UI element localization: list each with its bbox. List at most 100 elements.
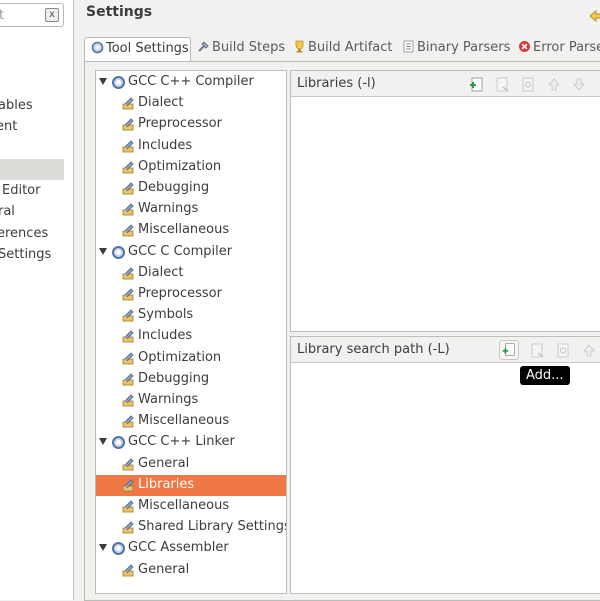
tree-node-label: Dialect (138, 264, 184, 280)
tool-option-icon (122, 97, 134, 110)
tree-option-node[interactable]: Miscellaneous (96, 411, 286, 432)
tree-node-label: Miscellaneous (138, 498, 230, 513)
tree-option-node[interactable]: Preprocessor (96, 284, 286, 305)
tree-node-label: Warnings (138, 201, 199, 217)
search-path-panel-title: Library search path (-L) (297, 342, 450, 357)
tree-option-node[interactable]: Includes (96, 326, 286, 347)
tree-option-node[interactable]: Shared Library Settings (96, 517, 286, 538)
libraries-panel: Libraries (-l) (290, 70, 600, 332)
tool-option-icon (122, 352, 134, 364)
add-library-icon[interactable] (469, 77, 485, 92)
tab-build-steps[interactable]: Build Steps (197, 37, 285, 61)
tree-node-label: General (138, 561, 190, 577)
tab-error-parsers[interactable]: Error Parsers (518, 37, 600, 61)
edit-search-path-icon[interactable] (555, 343, 571, 358)
tab-label: Error Parsers (533, 40, 600, 55)
tree-node-label: Miscellaneous (138, 413, 230, 429)
tree-node-label: Optimization (138, 349, 222, 365)
tool-option-icon (122, 564, 134, 576)
tab-tool-settings[interactable]: Tool Settings (84, 37, 191, 62)
clear-filter-icon[interactable]: x (45, 8, 59, 22)
tree-node-label: GCC C Compiler (128, 243, 233, 259)
tree-option-node[interactable]: Dialect (96, 263, 286, 284)
tree-node-label: Optimization (138, 158, 222, 174)
tool-option-icon (122, 479, 134, 492)
tree-node-label: Preprocessor (138, 116, 222, 132)
tree-node-label: Miscellaneous (138, 222, 230, 238)
tool-option-icon (122, 330, 134, 343)
nav-item-preferences[interactable]: erences (0, 226, 48, 241)
nav-item-environment[interactable]: ent (0, 119, 17, 134)
nav-selection-highlight (0, 159, 64, 180)
tool-option-icon (122, 224, 134, 237)
tree-node-label: Debugging (138, 180, 210, 195)
navigation-panel: t x ables ent Editor ral erences Setting… (0, 0, 74, 600)
tree-node-label: Debugging (138, 370, 210, 386)
tree-option-node[interactable]: Debugging (96, 369, 286, 390)
page-title: Settings (86, 4, 153, 20)
tree-option-node[interactable]: Miscellaneous (96, 496, 286, 517)
gear-icon (112, 542, 125, 556)
move-up-search-path-icon[interactable] (581, 343, 597, 358)
tree-option-node[interactable]: Optimization (96, 348, 286, 369)
filter-input[interactable]: t x (0, 3, 64, 27)
tree-node-label: General (138, 455, 190, 471)
tool-option-icon (122, 309, 134, 322)
nav-item-general[interactable]: ral (0, 204, 15, 219)
tree-option-node[interactable]: Includes (96, 136, 286, 157)
tree-option-node[interactable]: Debugging (96, 178, 286, 199)
libraries-panel-header: Libraries (-l) (291, 71, 600, 97)
move-down-library-icon[interactable] (571, 77, 587, 92)
move-up-library-icon[interactable] (546, 77, 562, 92)
add-search-path-icon[interactable] (499, 340, 519, 360)
tree-node-label: Shared Library Settings (138, 519, 287, 535)
tool-option-icon (122, 394, 134, 407)
tree-option-node[interactable]: Warnings (96, 199, 286, 220)
nav-item-editor[interactable]: Editor (2, 183, 40, 198)
edit-library-icon[interactable] (520, 77, 536, 92)
tool-settings-tree: GCC C++ Compiler Dialect Preprocessor Inclu… (95, 70, 287, 594)
tree-tool-node[interactable]: GCC C Compiler (96, 242, 286, 263)
tool-option-icon (122, 415, 134, 428)
tree-node-label: Symbols (138, 307, 194, 323)
error-parsers-icon (519, 41, 530, 52)
tree-node-label: Dialect (138, 95, 184, 111)
search-path-panel-header: Library search path (-L) (291, 337, 600, 363)
gear-icon (112, 245, 125, 259)
filter-text: t (0, 8, 4, 23)
delete-library-icon[interactable] (494, 77, 510, 92)
expand-arrow-icon[interactable] (99, 78, 107, 85)
tree-option-node[interactable]: Warnings (96, 390, 286, 411)
tool-option-icon (122, 118, 134, 131)
tab-label: Build Artifact (308, 40, 393, 55)
expand-arrow-icon[interactable] (99, 438, 107, 446)
tool-option-icon (122, 458, 134, 470)
tree-tool-node[interactable]: GCC C++ Linker (96, 432, 286, 453)
tab-label: Binary Parsers (417, 40, 511, 55)
tab-label: Build Steps (212, 40, 286, 55)
tab-binary-parsers[interactable]: Binary Parsers (402, 37, 510, 61)
tree-node-label: GCC Assembler (128, 540, 229, 556)
tree-tool-node[interactable]: GCC Assembler (96, 538, 286, 559)
tree-option-node[interactable]: Libraries (96, 474, 286, 496)
tree-option-node[interactable]: Symbols (96, 305, 286, 326)
delete-search-path-icon[interactable] (529, 343, 545, 358)
back-arrow-icon[interactable] (589, 10, 600, 22)
tree-tool-node[interactable]: GCC C++ Compiler (96, 72, 286, 93)
nav-item-variables[interactable]: ables (0, 98, 33, 113)
tree-option-node[interactable]: Miscellaneous (96, 220, 286, 241)
tool-option-icon (122, 161, 134, 174)
expand-arrow-icon[interactable] (99, 247, 107, 255)
tree-option-node[interactable]: General (96, 454, 286, 475)
tab-build-artifact[interactable]: Build Artifact (293, 37, 393, 61)
tool-option-icon (122, 500, 134, 513)
tree-option-node[interactable]: Preprocessor (96, 114, 286, 135)
libraries-panel-title: Libraries (-l) (297, 76, 376, 91)
expand-arrow-icon[interactable] (99, 544, 107, 552)
tree-option-node[interactable]: Dialect (96, 93, 286, 114)
tree-option-node[interactable]: General (96, 560, 286, 581)
build-steps-icon (198, 41, 209, 52)
nav-item-settings[interactable]: Settings (0, 247, 51, 262)
tree-option-node[interactable]: Optimization (96, 157, 286, 178)
tool-option-icon (122, 267, 134, 280)
